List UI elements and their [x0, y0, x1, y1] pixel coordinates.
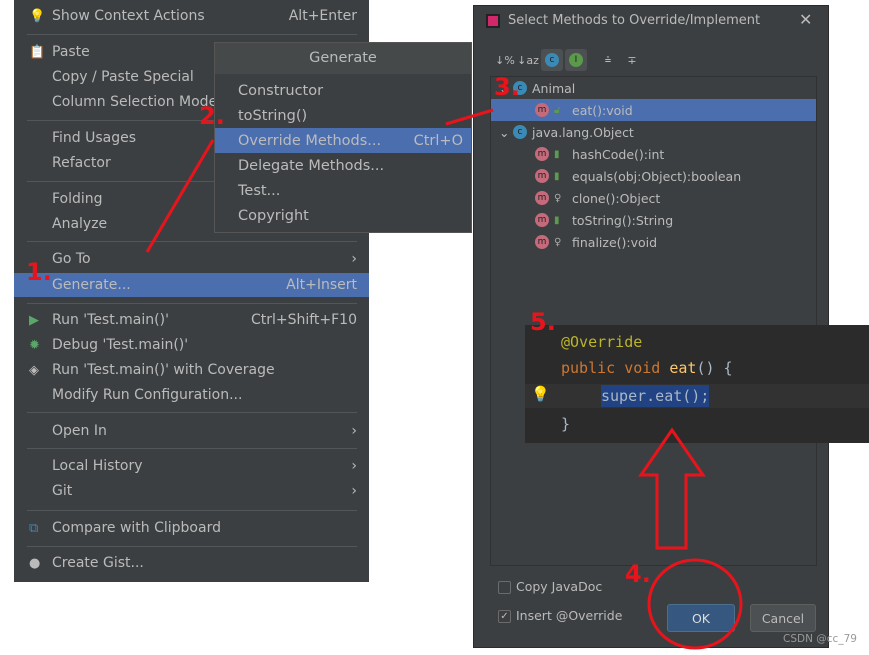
arrow-line: [445, 108, 494, 126]
red-annotations: 1. 2. 3. 4. 5.: [26, 73, 743, 650]
step-3-label: 3.: [494, 73, 520, 101]
step-4-label: 4.: [625, 560, 651, 588]
step-2-label: 2.: [199, 102, 225, 130]
watermark: CSDN @cc_79: [783, 633, 857, 645]
step-1-label: 1.: [26, 258, 52, 286]
arrow-line: [145, 139, 215, 253]
ok-circle: [647, 558, 743, 650]
step-5-label: 5.: [530, 308, 556, 336]
up-arrow-outline: [638, 427, 706, 550]
